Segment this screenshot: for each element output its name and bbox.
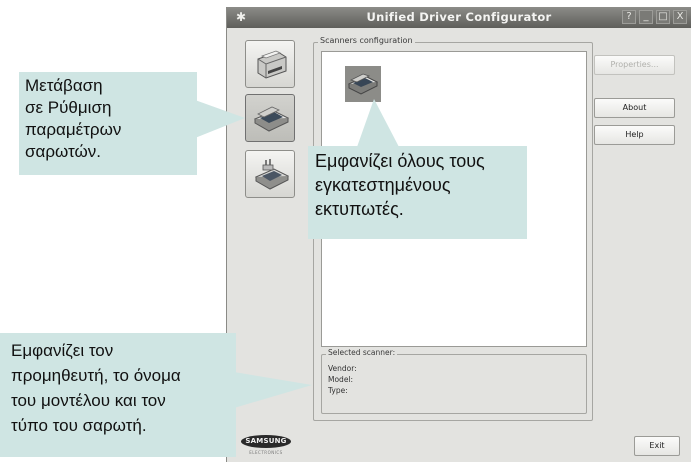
callout-line: εγκατεστημένους <box>315 175 451 195</box>
callout-line: εκτυπωτές. <box>315 199 404 219</box>
callout-scanner-details: Εμφανίζει τον προμηθευτή, το όνομα του μ… <box>0 333 236 457</box>
callout-line: του μοντέλου και τον <box>11 391 166 410</box>
callout-line: Εμφανίζει τον <box>11 341 114 360</box>
callout-line: παραμέτρων <box>25 120 122 139</box>
callout-installed-list: Εμφανίζει όλους τους εγκατεστημένους εκτ… <box>308 146 527 239</box>
callout-line: τύπο του σαρωτή. <box>11 416 147 435</box>
callout-line: σαρωτών. <box>25 142 101 161</box>
callout-line: σε Ρύθμιση <box>25 98 112 117</box>
callout-line: προμηθευτή, το όνομα <box>11 366 181 385</box>
callout-line: Εμφανίζει όλους τους <box>315 151 485 171</box>
callout-line: Μετάβαση <box>25 76 103 95</box>
callout-switch-scanners: Μετάβαση σε Ρύθμιση παραμέτρων σαρωτών. <box>19 72 197 175</box>
